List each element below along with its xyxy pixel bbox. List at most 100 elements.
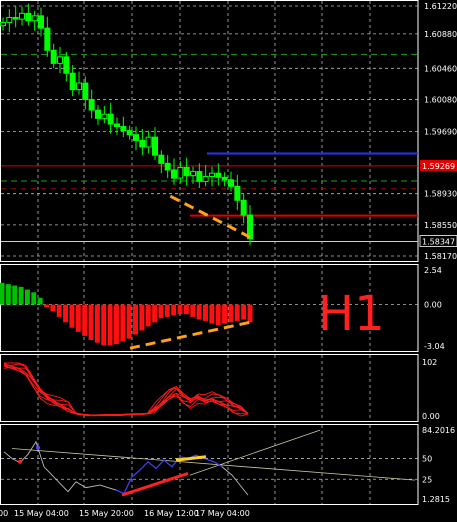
rsi-lines <box>3 429 416 497</box>
rsi-tick-label: 84.2016 <box>422 426 455 435</box>
time-tick-label: 17 May 04:00 <box>195 509 250 518</box>
candle-body <box>57 56 63 64</box>
oscillator-bar <box>31 292 37 305</box>
oscillator-axis: 2.54 0.00 -3.04 <box>424 266 445 351</box>
oscillator-bar <box>177 304 183 315</box>
price-levels <box>1 53 418 242</box>
oscillator-bar <box>107 304 113 346</box>
oscillator-bar <box>145 304 151 327</box>
candle-body <box>25 12 32 22</box>
candle-body <box>133 134 139 141</box>
panel-frames <box>0 0 419 505</box>
candle-body <box>12 16 19 20</box>
oscillator-bar <box>228 304 234 323</box>
price-tick-label: 1.58170 <box>424 252 457 261</box>
candle-body <box>38 15 44 29</box>
oscillator-bar <box>37 297 43 305</box>
candle-body <box>44 27 51 51</box>
candle-body <box>234 185 241 201</box>
candle-body <box>107 113 114 125</box>
rsi-tick-label: 25 <box>422 475 432 484</box>
candle-body <box>88 98 95 111</box>
candle-body <box>31 15 38 22</box>
oscillator-bar <box>183 304 189 315</box>
candle-body <box>145 136 152 148</box>
oscillator-bar <box>82 304 88 336</box>
oscillator-bar <box>120 304 126 342</box>
oscillator-bar <box>5 284 11 305</box>
red-level-tag-label: 1.59269 <box>422 162 455 171</box>
oscillator-bar <box>69 304 75 328</box>
oscillator-bar <box>75 304 81 332</box>
rsi-trend-line <box>189 429 321 476</box>
candle-body <box>152 136 158 156</box>
price-axis: 1.61220 1.60880 1.60460 1.60080 1.59690 1.589… <box>419 2 457 261</box>
oscillator-bar <box>247 304 253 323</box>
candle-body <box>82 82 89 100</box>
candle-body <box>190 171 196 177</box>
candle-body <box>215 172 222 178</box>
candle-body <box>0 21 6 27</box>
oscillator-bar <box>44 304 49 308</box>
rsi-axis: 84.2016 50 25 1.2815 <box>422 426 455 504</box>
candle-body <box>69 72 76 91</box>
candle-body <box>209 172 215 177</box>
rsi-trend-line <box>11 448 416 481</box>
rsi-tick-label: 1.2815 <box>422 495 450 504</box>
oscillator-bar <box>50 304 56 312</box>
oscillator-bar <box>94 304 100 343</box>
candle-body <box>158 154 165 164</box>
candle-body <box>126 130 133 136</box>
time-tick-label: 15 May 20:00 <box>79 509 134 518</box>
candle-body <box>228 179 234 187</box>
price-tick-label: 1.60460 <box>424 64 457 73</box>
oscillator-bar <box>209 304 215 324</box>
oscillator-bar <box>56 304 62 317</box>
price-tick-label: 1.59690 <box>424 127 457 136</box>
time-axis: 00 15 May 04:00 15 May 20:00 16 May 12:0017… <box>0 509 250 518</box>
oscillator-tick-label: 2.54 <box>424 266 442 275</box>
stochastic-tick-label: 102 <box>422 358 437 367</box>
candle-body <box>183 166 190 177</box>
oscillator-bar <box>152 304 158 323</box>
price-tick-label: 1.60080 <box>424 95 457 104</box>
panel-frame-stoch <box>0 354 419 422</box>
candle-body <box>171 169 177 179</box>
candle-body <box>164 162 171 171</box>
candle-body <box>139 139 146 148</box>
oscillator-bar <box>18 286 24 305</box>
oscillator-bar <box>12 285 18 305</box>
timeframe-label: H1 <box>318 286 385 342</box>
oscillator-bar <box>113 304 119 345</box>
stochastic-lines <box>3 362 249 417</box>
rsi-marker <box>36 445 40 450</box>
current-price-tag-label: 1.58347 <box>422 237 455 246</box>
oscillator-bar <box>190 304 196 317</box>
panel-frame-rsi <box>0 424 419 505</box>
oscillator-bar <box>215 304 221 326</box>
oscillator-bar <box>0 282 5 305</box>
oscillator-bar <box>158 304 164 319</box>
oscillator-tick-label: 0.00 <box>424 301 442 310</box>
candle-body <box>202 175 209 182</box>
candle-body <box>63 56 70 74</box>
candle-body <box>240 199 247 216</box>
price-tick-label: 1.60880 <box>424 30 457 39</box>
oscillator-bar <box>171 304 177 316</box>
oscillator-tick-label: -3.04 <box>424 342 445 351</box>
candle-body <box>50 49 57 64</box>
candle-body <box>19 12 25 20</box>
oscillator-bar <box>139 304 145 331</box>
candle-body <box>120 125 127 132</box>
trading-chart[interactable]: 1.61220 1.60880 1.60460 1.60080 1.59690 1.589… <box>0 0 457 522</box>
rsi-tick-label: 50 <box>422 454 432 463</box>
price-tick-label: 1.61220 <box>424 2 457 11</box>
candle-body <box>114 123 120 127</box>
oscillator-bar <box>196 304 202 320</box>
grid-lines <box>1 1 418 504</box>
stochastic-axis: 102 0.00 <box>422 358 440 421</box>
candle-body <box>196 171 203 182</box>
oscillator-bar <box>164 304 170 317</box>
candle-body <box>221 176 228 181</box>
candle-body <box>95 109 101 119</box>
